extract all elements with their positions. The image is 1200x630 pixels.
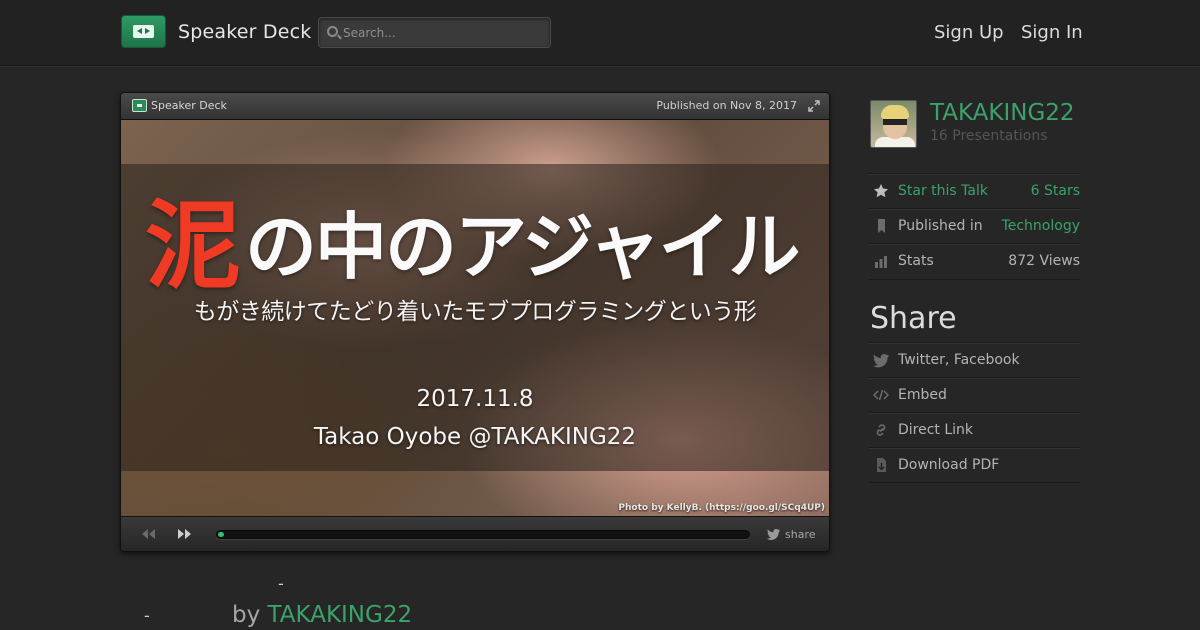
star-talk-label[interactable]: Star this Talk xyxy=(898,183,988,199)
player-controls: share xyxy=(121,516,829,551)
photo-credit: Photo by KellyB. (https://goo.gl/SCq4UP) xyxy=(618,503,825,513)
slide-title: 泥 の中のアジャイル xyxy=(145,168,825,302)
star-talk-row[interactable]: Star this Talk 6 Stars xyxy=(869,173,1080,209)
search-icon xyxy=(327,26,338,37)
slide-date: 2017.11.8 xyxy=(416,386,534,412)
divider xyxy=(869,279,1080,280)
link-icon xyxy=(876,424,886,436)
download-icon xyxy=(877,458,886,472)
bar-chart-icon xyxy=(875,256,887,268)
slide-title-kanji: 泥 xyxy=(145,190,241,302)
title-dash: - xyxy=(278,574,284,593)
progress-fill xyxy=(218,532,224,537)
speaker-deck-mini-logo-icon xyxy=(132,99,147,112)
share-twitter-facebook-label[interactable]: Twitter, Facebook xyxy=(898,352,1020,368)
speaker-deck-logo-icon[interactable] xyxy=(121,15,166,48)
byline-author-link[interactable]: TAKAKING22 xyxy=(268,602,413,628)
top-bar: Speaker Deck Sign Up Sign In xyxy=(0,0,1200,66)
stats-label: Stats xyxy=(898,253,934,269)
slide-author: Takao Oyobe @TAKAKING22 xyxy=(313,424,637,450)
player-brand[interactable]: Speaker Deck xyxy=(151,99,227,112)
progress-bar[interactable] xyxy=(216,530,750,539)
twitter-bird-icon xyxy=(873,354,889,368)
code-icon xyxy=(873,389,889,401)
slide-image[interactable]: 泥 の中のアジャイル もがき続けてたどり着いたモブプログラミングという形 201… xyxy=(121,120,829,516)
brand-link[interactable]: Speaker Deck xyxy=(178,21,312,43)
share-direct-link-label[interactable]: Direct Link xyxy=(898,422,973,438)
category-link[interactable]: Technology xyxy=(1002,218,1080,234)
sign-up-link[interactable]: Sign Up xyxy=(934,22,1004,43)
player-header: Speaker Deck Published on Nov 8, 2017 xyxy=(121,93,829,120)
search-box[interactable] xyxy=(318,17,551,48)
star-icon xyxy=(874,184,888,198)
published-date: Published on Nov 8, 2017 xyxy=(656,99,797,112)
published-in-row: Published in Technology xyxy=(869,208,1080,244)
share-embed-label[interactable]: Embed xyxy=(898,387,947,403)
views-count: 872 Views xyxy=(1008,253,1080,269)
slide-subtitle: もがき続けてたどり着いたモブプログラミングという形 xyxy=(193,299,757,325)
share-control[interactable]: share xyxy=(785,528,816,541)
presentations-count: 16 Presentations xyxy=(930,128,1048,144)
avatar[interactable] xyxy=(870,100,917,148)
share-direct-link[interactable]: Direct Link xyxy=(869,412,1080,448)
share-download-pdf[interactable]: Download PDF xyxy=(869,447,1080,483)
share-heading: Share xyxy=(870,301,957,336)
twitter-bird-icon[interactable] xyxy=(767,529,780,540)
prev-icon[interactable] xyxy=(140,528,156,540)
next-icon[interactable] xyxy=(177,528,193,540)
stats-row[interactable]: Stats 872 Views xyxy=(869,243,1080,279)
search-input[interactable] xyxy=(343,22,543,44)
slide-player: Speaker Deck Published on Nov 8, 2017 泥 … xyxy=(120,92,830,552)
share-embed[interactable]: Embed xyxy=(869,377,1080,413)
user-name-link[interactable]: TAKAKING22 xyxy=(930,100,1075,126)
slide-title-rest: の中のアジャイル xyxy=(245,205,801,289)
title-dash-secondary: - xyxy=(144,606,150,625)
expand-icon[interactable] xyxy=(808,100,820,112)
share-download-pdf-label[interactable]: Download PDF xyxy=(898,457,999,473)
star-count[interactable]: 6 Stars xyxy=(1031,183,1080,199)
sign-in-link[interactable]: Sign In xyxy=(1021,22,1083,43)
bookmark-icon xyxy=(878,219,885,233)
byline-prefix: by xyxy=(232,602,268,628)
share-twitter-facebook[interactable]: Twitter, Facebook xyxy=(869,342,1080,378)
byline: by TAKAKING22 xyxy=(232,602,412,628)
published-in-label: Published in xyxy=(898,218,983,234)
